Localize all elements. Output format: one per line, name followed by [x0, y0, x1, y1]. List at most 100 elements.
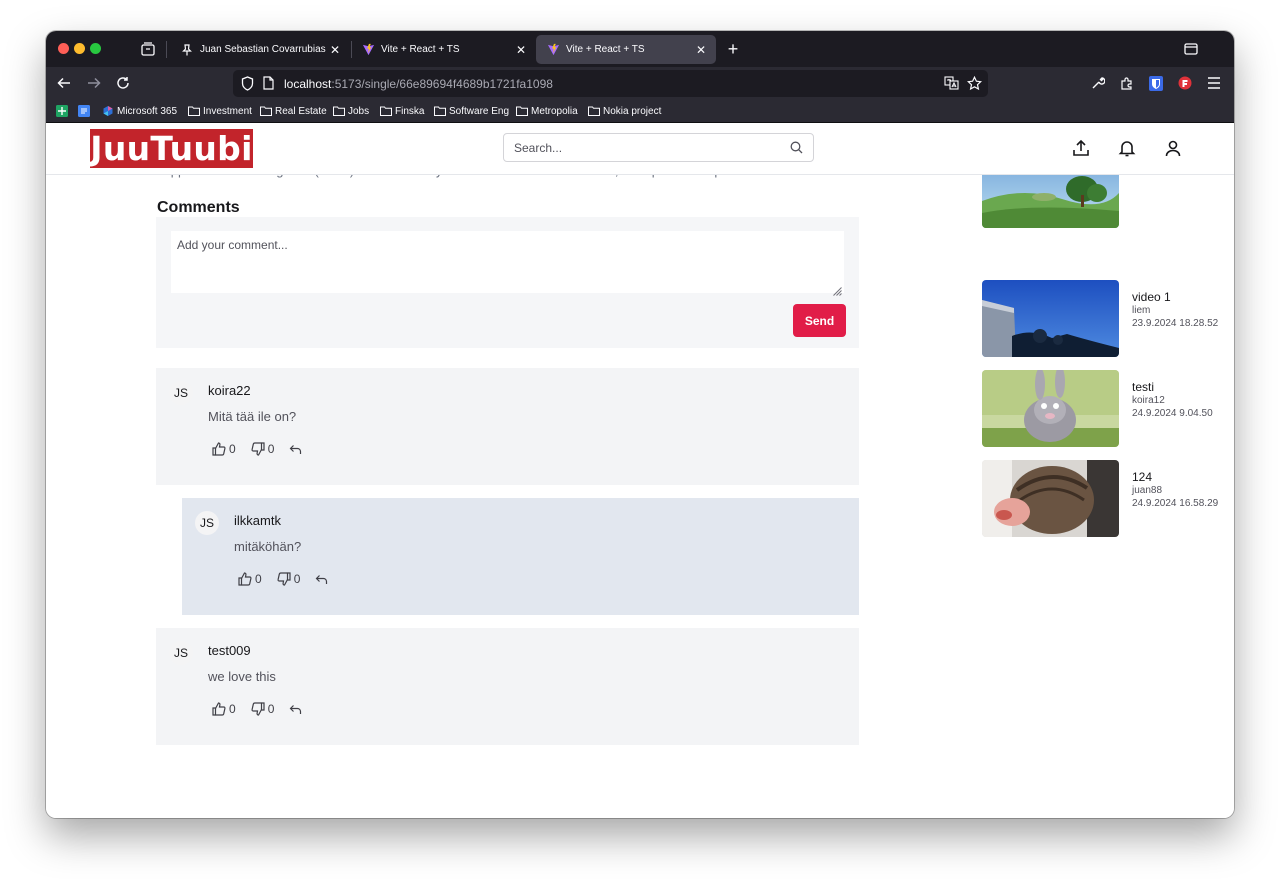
- dislike-button[interactable]: 0: [251, 442, 274, 456]
- menu-hamburger-icon[interactable]: [1206, 75, 1222, 91]
- comment-text: we love this: [208, 669, 276, 684]
- comment-username[interactable]: test009: [208, 643, 251, 658]
- send-comment-button[interactable]: Send: [793, 304, 846, 337]
- close-icon[interactable]: ✕: [514, 43, 528, 57]
- avatar: JS: [169, 641, 193, 665]
- video-uploader: juan88: [1132, 485, 1163, 496]
- vite-icon: [361, 43, 375, 57]
- tab-3-active[interactable]: Vite + React + TS ✕: [536, 35, 716, 64]
- video-uploader: liem: [1132, 305, 1151, 316]
- user-profile-icon[interactable]: [1164, 139, 1182, 157]
- zoom-window-button[interactable]: [90, 43, 101, 54]
- thumbs-down-icon: [277, 572, 291, 586]
- tracking-shield-icon[interactable]: [241, 76, 254, 96]
- dislike-count: 0: [293, 572, 301, 586]
- reload-icon[interactable]: [115, 75, 131, 91]
- video-thumbnail[interactable]: [982, 370, 1119, 447]
- bookmark-folder-finska[interactable]: Finska: [380, 104, 424, 118]
- thumbs-down-icon: [251, 442, 265, 456]
- video-title[interactable]: 124: [1132, 470, 1152, 484]
- search-box: [503, 133, 814, 162]
- folder-icon: [333, 106, 345, 117]
- reply-button[interactable]: [289, 444, 305, 455]
- like-count: 0: [229, 702, 236, 716]
- back-arrow-icon[interactable]: [56, 75, 72, 91]
- bookmark-star-icon[interactable]: [966, 75, 983, 96]
- bookmark-doc[interactable]: [78, 104, 93, 118]
- notification-bell-icon[interactable]: [1118, 139, 1136, 157]
- avatar: JS: [169, 381, 193, 405]
- folder-icon: [434, 106, 446, 117]
- page-info-icon[interactable]: [263, 76, 274, 95]
- comment-username[interactable]: ilkkamtk: [234, 513, 281, 528]
- bookmark-sheet[interactable]: [56, 104, 71, 118]
- tab-label: Juan Sebastian Covarrubias: [200, 44, 326, 55]
- resize-handle-icon[interactable]: [833, 283, 842, 296]
- pin-icon: [180, 43, 194, 57]
- reply-button[interactable]: [289, 704, 305, 715]
- address-bar[interactable]: localhost:5173/single/66e89694f4689b1721…: [233, 70, 988, 97]
- new-tab-button[interactable]: +: [724, 40, 742, 58]
- thumbs-down-icon: [251, 702, 265, 716]
- like-button[interactable]: 0: [212, 442, 236, 456]
- close-icon[interactable]: ✕: [694, 43, 708, 57]
- avatar: JS: [195, 511, 219, 535]
- related-video-item[interactable]: 124 juan88 24.9.2024 16.58.29: [982, 460, 1234, 537]
- tab-manager-icon[interactable]: [140, 41, 156, 57]
- extensions-puzzle-icon[interactable]: [1119, 75, 1135, 91]
- search-input[interactable]: [514, 134, 774, 161]
- close-window-button[interactable]: [58, 43, 69, 54]
- bookmark-microsoft365[interactable]: Microsoft 365: [102, 104, 177, 118]
- url-text[interactable]: localhost:5173/single/66e89694f4689b1721…: [284, 77, 553, 91]
- comments-heading: Comments: [157, 199, 240, 216]
- related-video-item[interactable]: video 1 liem 23.9.2024 18.28.52: [982, 280, 1234, 357]
- related-video-item[interactable]: testi koira12 24.9.2024 9.04.50: [982, 370, 1234, 447]
- upload-icon[interactable]: [1072, 139, 1090, 157]
- video-title[interactable]: testi: [1132, 380, 1154, 394]
- green-sheet-icon: [56, 105, 68, 117]
- bookmarks-toolbar: Microsoft 365 Investment Real Estate Job…: [46, 100, 1234, 123]
- minimize-window-button[interactable]: [74, 43, 85, 54]
- reply-arrow-icon: [290, 704, 302, 714]
- site-logo[interactable]: JuuTuubi: [90, 129, 253, 168]
- like-button[interactable]: 0: [238, 572, 262, 586]
- site-header: JuuTuubi: [46, 123, 1234, 175]
- bookmark-folder-metropolia[interactable]: Metropolia: [516, 104, 578, 118]
- bitwarden-icon[interactable]: [1148, 75, 1164, 91]
- comment-actions: 0 0: [238, 572, 346, 586]
- translate-icon[interactable]: [944, 76, 959, 95]
- tab-2[interactable]: Vite + React + TS ✕: [351, 35, 536, 64]
- forward-arrow-icon[interactable]: [86, 75, 102, 91]
- like-button[interactable]: 0: [212, 702, 236, 716]
- reply-arrow-icon: [316, 574, 328, 584]
- search-icon[interactable]: [790, 141, 803, 154]
- reply-button[interactable]: [315, 574, 331, 585]
- web-page: JuuTuubi supports CSS sharing now (woot!…: [46, 123, 1234, 818]
- dislike-button[interactable]: 0: [277, 572, 301, 586]
- thumbs-up-icon: [212, 442, 226, 456]
- video-title[interactable]: video 1: [1132, 290, 1171, 304]
- bookmark-folder-real-estate[interactable]: Real Estate: [260, 104, 327, 118]
- tab-1[interactable]: Juan Sebastian Covarrubias ✕: [170, 35, 350, 64]
- bookmark-folder-investment[interactable]: Investment: [188, 104, 252, 118]
- tools-wrench-icon[interactable]: [1090, 75, 1106, 91]
- bookmark-folder-software-eng[interactable]: Software Eng: [434, 104, 509, 118]
- bookmark-folder-nokia-project[interactable]: Nokia project: [588, 104, 661, 118]
- security-extension-icon[interactable]: [1177, 75, 1193, 91]
- like-count: 0: [255, 572, 262, 586]
- bookmark-folder-jobs[interactable]: Jobs: [333, 104, 369, 118]
- close-icon[interactable]: ✕: [328, 43, 342, 57]
- video-thumbnail[interactable]: [982, 280, 1119, 357]
- comment-username[interactable]: koira22: [208, 383, 251, 398]
- window-list-icon[interactable]: [1184, 42, 1198, 55]
- vite-icon: [546, 43, 560, 57]
- comment-actions: 0 0: [212, 442, 320, 456]
- comment-text: mitäköhän?: [234, 539, 302, 554]
- comment-compose-box: Send: [156, 217, 859, 348]
- comment-textarea[interactable]: [171, 231, 844, 293]
- dislike-button[interactable]: 0: [251, 702, 274, 716]
- folder-icon: [380, 106, 392, 117]
- folder-icon: [588, 106, 600, 117]
- video-date: 24.9.2024 9.04.50: [1132, 408, 1213, 419]
- video-thumbnail[interactable]: [982, 460, 1119, 537]
